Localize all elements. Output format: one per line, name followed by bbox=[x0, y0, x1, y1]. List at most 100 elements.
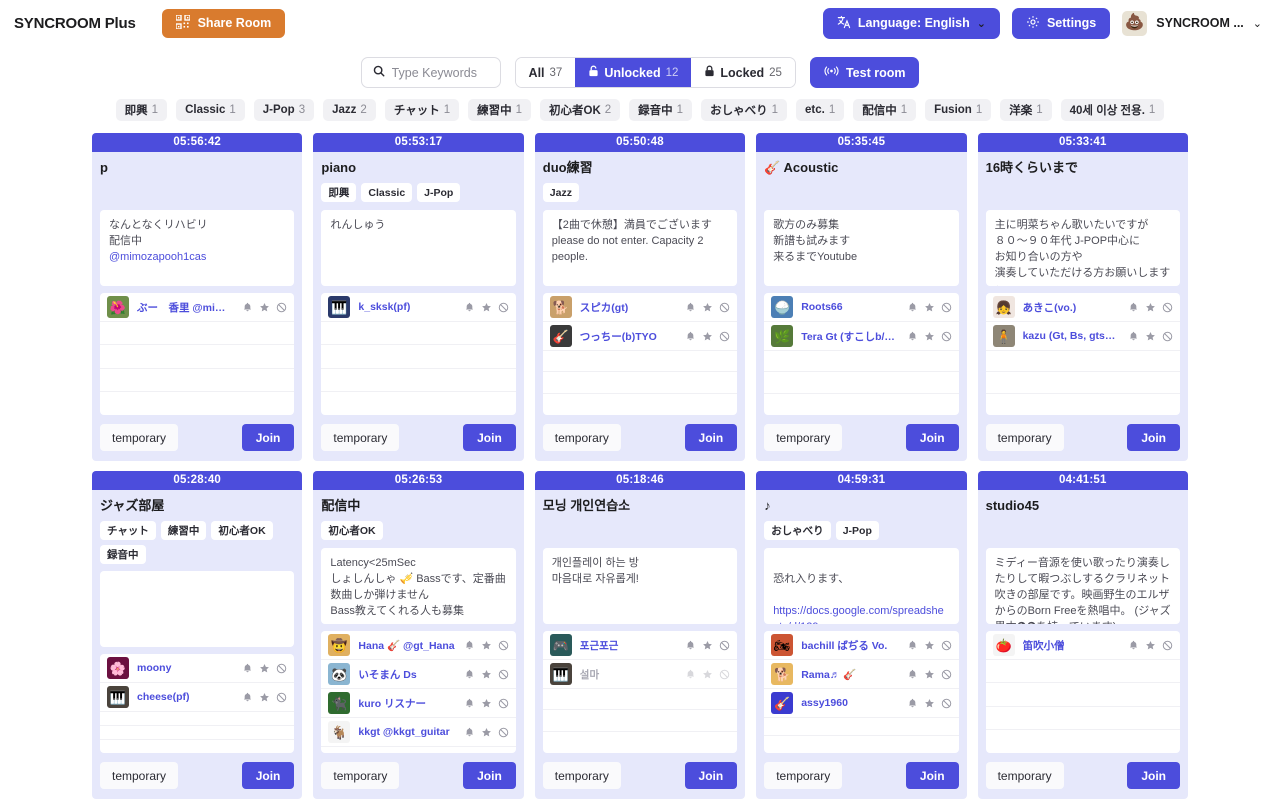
bell-icon[interactable] bbox=[685, 302, 696, 313]
member-row[interactable]: 🎸 assy1960 bbox=[764, 689, 959, 718]
tag-chip[interactable]: 洋楽 1 bbox=[1000, 99, 1052, 121]
star-icon[interactable] bbox=[481, 727, 492, 738]
star-icon[interactable] bbox=[481, 698, 492, 709]
member-name[interactable]: k_sksk(pf) bbox=[358, 301, 455, 313]
join-button[interactable]: Join bbox=[463, 762, 516, 789]
star-icon[interactable] bbox=[702, 302, 713, 313]
tag-chip[interactable]: 40세 이상 전용. 1 bbox=[1060, 99, 1165, 121]
block-icon[interactable] bbox=[719, 640, 730, 651]
block-icon[interactable] bbox=[498, 727, 509, 738]
member-row[interactable]: 🎹 설마 bbox=[542, 660, 738, 689]
block-icon[interactable] bbox=[276, 663, 287, 674]
block-icon[interactable] bbox=[498, 669, 509, 680]
room-description[interactable]: れんしゅう bbox=[321, 210, 516, 286]
room-tag[interactable]: 練習中 bbox=[160, 521, 207, 540]
language-button[interactable]: Language: English ⌄ bbox=[822, 7, 1000, 39]
member-row[interactable]: 🎹 k_sksk(pf) bbox=[321, 293, 516, 322]
filter-locked[interactable]: Locked 25 bbox=[691, 58, 795, 87]
room-tag[interactable]: J-Pop bbox=[835, 521, 879, 540]
tag-chip[interactable]: Classic 1 bbox=[176, 99, 245, 121]
tag-chip[interactable]: Fusion 1 bbox=[925, 99, 992, 121]
block-icon[interactable] bbox=[941, 669, 952, 680]
room-description[interactable] bbox=[100, 571, 295, 647]
member-name[interactable]: Hana 🎸 @gt_Hana bbox=[358, 639, 455, 652]
bell-icon[interactable] bbox=[464, 698, 475, 709]
member-row[interactable]: 👧 あきこ(vo.) bbox=[985, 293, 1180, 322]
star-icon[interactable] bbox=[259, 302, 270, 313]
member-name[interactable]: kkgt @kkgt_guitar bbox=[358, 726, 455, 738]
room-description-link[interactable]: https://docs.google.com/spreadsheets/d/1… bbox=[773, 603, 949, 624]
join-button[interactable]: Join bbox=[684, 424, 738, 451]
room-description[interactable]: なんとなくリハビリ 配信中 @mimozapooh1cas bbox=[100, 210, 295, 286]
room-description[interactable]: ミディー音源を使い歌ったり演奏したりして暇つぶしするクラリネット吹きの部屋です。… bbox=[985, 548, 1180, 624]
bell-icon[interactable] bbox=[464, 727, 475, 738]
block-icon[interactable] bbox=[941, 640, 952, 651]
tag-chip[interactable]: おしゃべり 1 bbox=[701, 99, 787, 121]
bell-icon[interactable] bbox=[242, 663, 253, 674]
bell-icon[interactable] bbox=[907, 302, 918, 313]
member-row[interactable]: 🐕 スピカ(gt) bbox=[542, 293, 738, 322]
join-button[interactable]: Join bbox=[241, 762, 295, 789]
member-name[interactable]: スピカ(gt) bbox=[580, 300, 677, 315]
join-button[interactable]: Join bbox=[1127, 762, 1180, 789]
member-row[interactable]: 🎮 포근포근 bbox=[542, 631, 738, 660]
member-name[interactable]: moony bbox=[137, 662, 234, 674]
room-tag[interactable]: 録音中 bbox=[100, 545, 146, 564]
star-icon[interactable] bbox=[924, 698, 935, 709]
tag-chip[interactable]: チャット 1 bbox=[384, 99, 460, 121]
tag-chip[interactable]: Jazz 2 bbox=[323, 99, 376, 121]
member-row[interactable]: 🎸 つっちー(b)TYO bbox=[542, 322, 738, 351]
bell-icon[interactable] bbox=[242, 692, 253, 703]
member-name[interactable]: cheese(pf) bbox=[137, 691, 234, 703]
member-name[interactable]: Tera Gt (すこしb/key/vo) bbox=[801, 329, 898, 344]
temporary-button[interactable]: temporary bbox=[321, 762, 400, 789]
search-box[interactable] bbox=[360, 57, 501, 88]
tag-chip[interactable]: 練習中 1 bbox=[468, 99, 532, 121]
tag-chip[interactable]: J-Pop 3 bbox=[253, 99, 315, 121]
star-icon[interactable] bbox=[1145, 302, 1156, 313]
bell-icon[interactable] bbox=[907, 669, 918, 680]
member-row[interactable]: 🏍 bachill ばぢる Vo. bbox=[764, 631, 959, 660]
tag-chip[interactable]: 配信中 1 bbox=[853, 99, 917, 121]
settings-button[interactable]: Settings bbox=[1011, 7, 1111, 39]
room-description[interactable]: 歌方のみ募集 新譜も試みます 来るまでYoutube bbox=[764, 210, 959, 286]
temporary-button[interactable]: temporary bbox=[100, 762, 179, 789]
join-button[interactable]: Join bbox=[905, 762, 959, 789]
share-room-button[interactable]: Share Room bbox=[161, 8, 286, 38]
star-icon[interactable] bbox=[924, 302, 935, 313]
temporary-button[interactable]: temporary bbox=[764, 762, 843, 789]
star-icon[interactable] bbox=[481, 640, 492, 651]
member-name[interactable]: kazu (Gt, Bs, gtsyn) bbox=[1023, 330, 1120, 342]
star-icon[interactable] bbox=[924, 640, 935, 651]
bell-icon[interactable] bbox=[685, 669, 696, 680]
join-button[interactable]: Join bbox=[684, 762, 738, 789]
room-tag[interactable]: J-Pop bbox=[417, 183, 461, 202]
bell-icon[interactable] bbox=[464, 640, 475, 651]
temporary-button[interactable]: temporary bbox=[321, 424, 400, 451]
block-icon[interactable] bbox=[276, 692, 287, 703]
star-icon[interactable] bbox=[924, 669, 935, 680]
bell-icon[interactable] bbox=[464, 669, 475, 680]
member-name[interactable]: いそまん Ds bbox=[358, 667, 455, 682]
member-name[interactable]: kuro リスナー bbox=[358, 696, 455, 711]
block-icon[interactable] bbox=[1162, 640, 1173, 651]
star-icon[interactable] bbox=[924, 331, 935, 342]
bell-icon[interactable] bbox=[907, 331, 918, 342]
star-icon[interactable] bbox=[702, 669, 713, 680]
bell-icon[interactable] bbox=[1128, 640, 1139, 651]
block-icon[interactable] bbox=[719, 302, 730, 313]
member-row[interactable]: 🤠 Hana 🎸 @gt_Hana bbox=[321, 631, 516, 660]
temporary-button[interactable]: temporary bbox=[542, 762, 621, 789]
block-icon[interactable] bbox=[941, 698, 952, 709]
temporary-button[interactable]: temporary bbox=[985, 762, 1064, 789]
block-icon[interactable] bbox=[719, 669, 730, 680]
block-icon[interactable] bbox=[719, 331, 730, 342]
bell-icon[interactable] bbox=[685, 640, 696, 651]
member-name[interactable]: Roots66 bbox=[801, 301, 898, 313]
member-name[interactable]: bachill ばぢる Vo. bbox=[801, 638, 898, 653]
search-input[interactable] bbox=[391, 65, 489, 80]
bell-icon[interactable] bbox=[1128, 302, 1139, 313]
temporary-button[interactable]: temporary bbox=[542, 424, 621, 451]
join-button[interactable]: Join bbox=[1127, 424, 1180, 451]
star-icon[interactable] bbox=[481, 669, 492, 680]
